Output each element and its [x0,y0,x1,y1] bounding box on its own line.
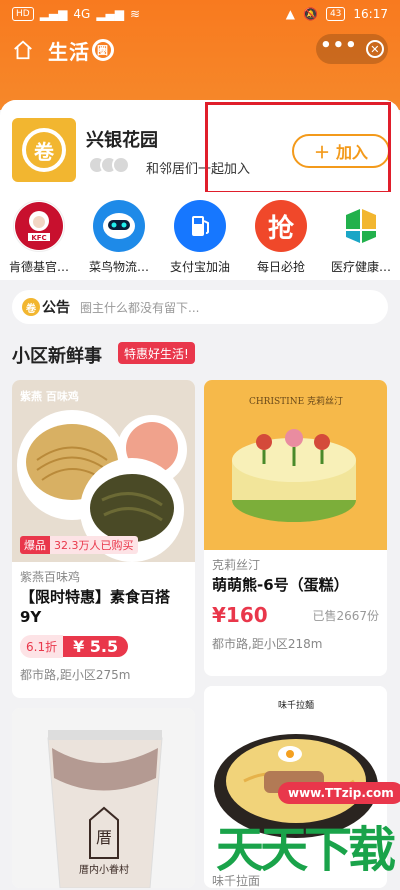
more-icon[interactable]: ••• [320,37,358,55]
app-title-ring: 圈 [92,39,114,61]
app-label: 肯德基官… [8,260,69,274]
fuel-pump-icon [174,200,226,252]
highlight-box [205,102,391,194]
app-shortcut-fuel[interactable]: 支付宝加油 [163,200,237,275]
location-icon: ▲ [285,7,295,21]
nav-bar: 生活 圈 ••• ✕ [0,32,400,68]
app-shortcut-grab[interactable]: 抢 每日必抢 [244,200,318,275]
app-shortcut-kfc[interactable]: KFC 肯德基官… [2,200,76,275]
section-badge: 特惠好生活! [118,342,195,364]
miniapp-capsule: ••• ✕ [316,34,388,64]
product-card-zhiyan[interactable]: 紫燕 百味鸡 爆品 32.3万人已购买 紫燕百味鸡 【限时特惠】素食百搭9Y 6… [12,380,195,698]
brand-text: 厝内小眷村 [79,863,129,876]
robot-icon [93,200,145,252]
hd-badge: HD [12,7,34,21]
member-avatars [88,156,130,174]
app-shortcuts: KFC 肯德基官… 菜鸟物流… 支付宝加油 抢 每日必抢 医疗健康… [0,192,400,280]
svg-text:KFC: KFC [31,234,46,242]
product-image: 厝 厝内小眷村 [12,708,195,888]
app-label: 每日必抢 [256,260,305,274]
merchant-name: 紫燕百味鸡 [20,570,81,584]
community-header: 卷 兴银花园 和邻居们一起加入 ＋ 加入 [0,100,400,194]
mute-icon: 🔕 [303,7,318,21]
product-title: 萌萌熊-6号（蛋糕） [212,576,349,594]
app-title: 生活 圈 [48,36,114,65]
price-row: 6.1折 ¥ 5.5 [12,627,195,658]
product-image: 紫燕 百味鸡 爆品 32.3万人已购买 [12,380,195,562]
notice-tag-icon: 卷 [22,298,40,316]
brand-text: 味千拉麵 [278,699,314,711]
product-card-christine[interactable]: CHRISTINE 克莉丝汀 克莉丝汀 萌萌熊-6号（蛋糕） ¥160 已售26… [204,380,387,676]
notice-tag-label: 公告 [42,300,70,316]
hot-badge-count: 32.3万人已购买 [50,536,138,554]
watermark: www.TTzip.com 天天下载 [216,774,400,884]
merchant-name: 克莉丝汀 [212,558,261,572]
app-label: 医疗健康… [330,260,391,274]
product-card-tea[interactable]: 厝 厝内小眷村 [12,708,195,888]
signal-icon: ▂▄▆ [39,7,68,21]
product-image: CHRISTINE 克莉丝汀 [204,380,387,550]
app-label: 支付宝加油 [169,260,230,274]
network-label: 4G [73,7,91,21]
home-icon[interactable] [12,39,34,61]
brand-text: CHRISTINE 克莉丝汀 [249,395,343,407]
avatar [112,156,130,174]
notice-text: 圈主什么都没有留下... [80,300,200,315]
distance: 都市路,距小区275m [20,668,131,682]
app-shortcut-health[interactable]: 医疗健康… [324,200,398,275]
watermark-url: www.TTzip.com [278,782,400,804]
discount-tag: 6.1折 [20,635,64,658]
kfc-icon: KFC [13,200,65,252]
community-logo: 卷 [12,118,76,182]
price-row: ¥160 已售2667份 [204,595,387,627]
notice-bar[interactable]: 卷 公告 圈主什么都没有留下... [12,290,388,324]
close-icon[interactable]: ✕ [365,40,384,58]
brand-text: 紫燕 百味鸡 [20,389,79,403]
app-title-text: 生活 [48,39,90,64]
product-title: 【限时特惠】素食百搭9Y [20,588,171,626]
notice-tag: 卷 公告 [22,297,70,317]
price: ¥160 [212,603,268,627]
app-shortcut-cainiao[interactable]: 菜鸟物流… [82,200,156,275]
grab-icon: 抢 [255,200,307,252]
hot-badge-label: 爆品 [20,536,50,554]
community-logo-char: 卷 [22,128,66,172]
content-card: 卷 兴银花园 和邻居们一起加入 ＋ 加入 KFC 肯德基官… 菜鸟物流… 支付宝… [0,100,400,890]
app-label: 菜鸟物流… [88,260,149,274]
signal-icon-2: ▂▄▆ [96,7,125,21]
clock: 16:17 [353,7,388,21]
wifi-icon: ≋ [130,7,141,21]
watermark-text: 天天下载 [216,822,396,878]
health-icon [335,200,387,252]
price: ¥ 5.5 [63,636,129,657]
community-name: 兴银花园 [86,130,158,151]
battery-level: 43 [325,7,346,21]
sold-count: 已售2667份 [312,608,379,623]
distance: 都市路,距小区218m [212,637,323,651]
status-bar: HD ▂▄▆ 4G ▂▄▆ ≋ ▲ 🔕 43 16:17 [0,0,400,28]
section-title: 小区新鲜事 [12,346,102,367]
grab-glyph: 抢 [267,213,294,244]
hot-badge: 爆品 32.3万人已购买 [20,536,138,554]
svg-text:厝: 厝 [96,828,112,847]
